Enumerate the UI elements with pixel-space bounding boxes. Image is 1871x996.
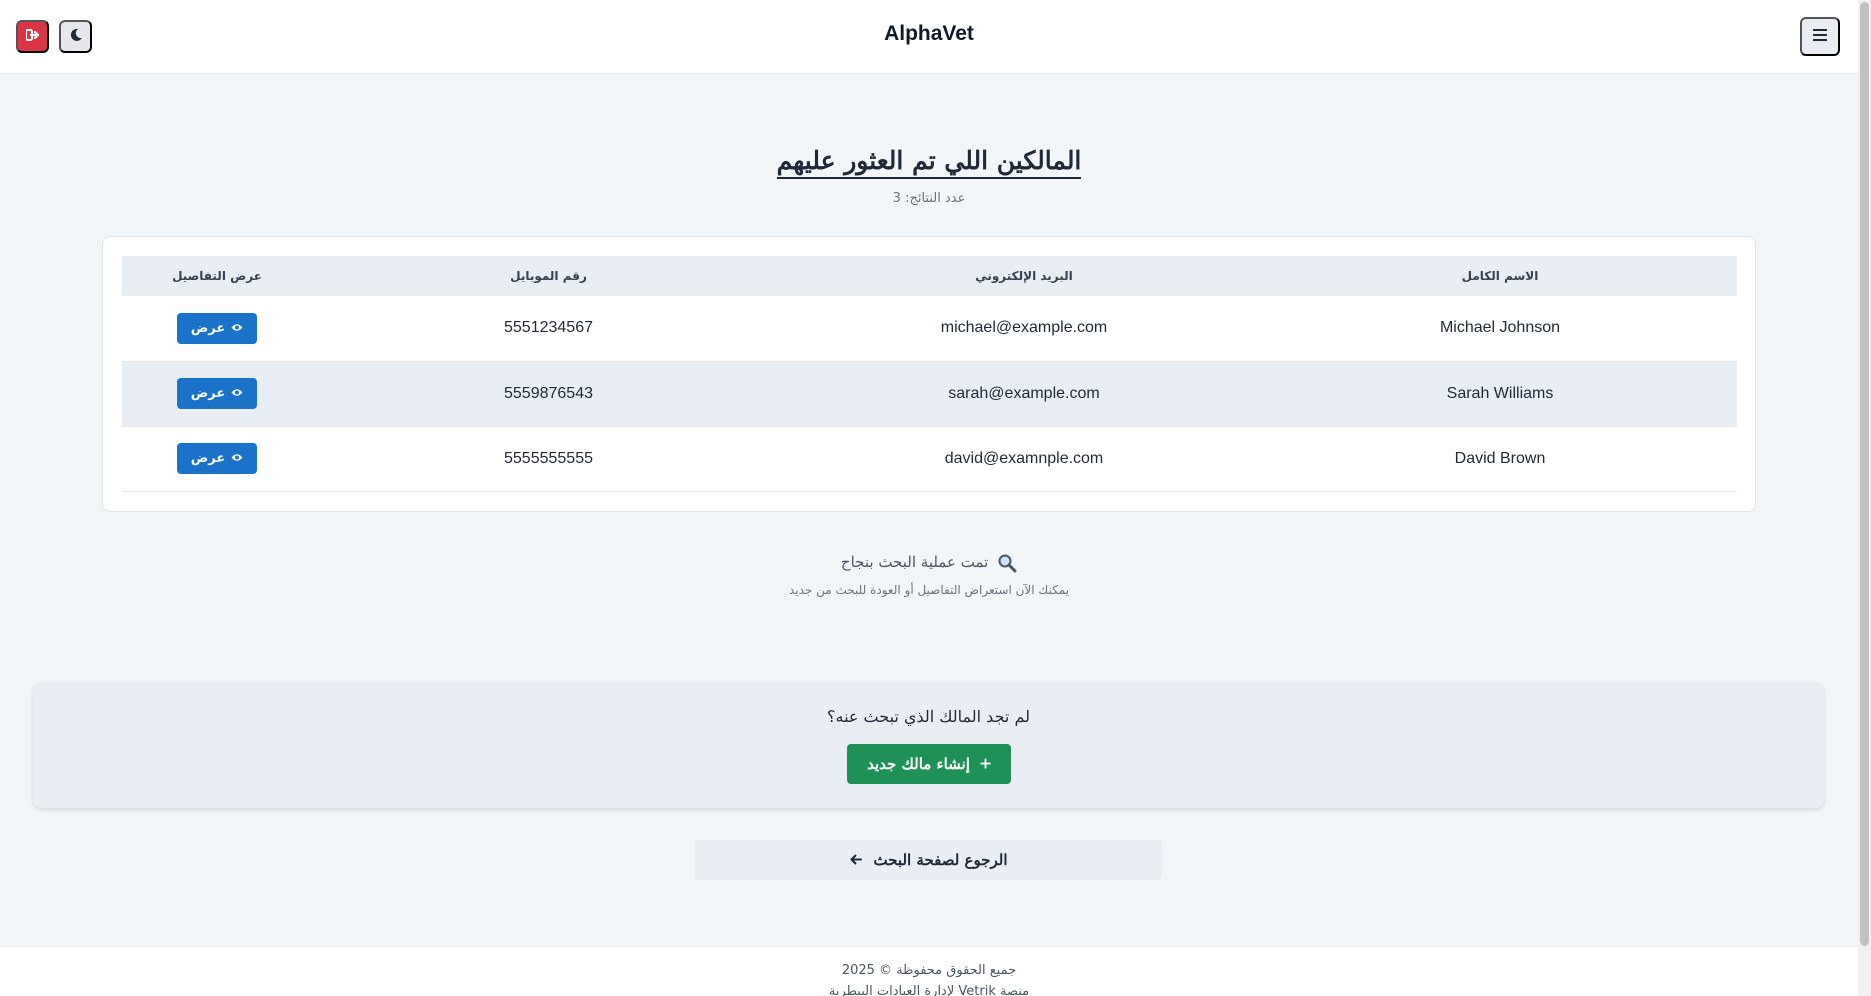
back-label: الرجوع لصفحة البحث [873,851,1008,869]
owner-phone: 5551234567 [504,319,593,337]
owners-table: الاسم الكامل البريد الإلكتروني رقم الموب… [122,256,1737,492]
copyright-text: جميع الحقوق محفوظة © 2025 [841,963,1017,978]
platform-text: منصة Vetrik لإدارة العيادات البيطرية [828,984,1030,996]
view-button-label: عرض [190,320,226,336]
header-email: البريد الإلكتروني [975,269,1073,283]
not-found-question: لم تجد المالك الذي تبحث عنه؟ [827,707,1030,726]
owner-name: Sarah Williams [1446,384,1554,402]
view-cell: عرض [122,361,312,426]
table-row: David Brown david@examnple.com 555555555… [122,426,1737,491]
app-brand: AlphaVet [884,22,974,45]
search-hint: يمكنك الآن استعراض التفاصيل أو العودة لل… [788,583,1070,597]
page-footer: جميع الحقوق محفوظة © 2025 منصة Vetrik لإ… [0,946,1858,996]
view-cell: عرض [122,296,312,361]
results-count: عدد النتائج: 3 [892,191,966,206]
table-row: Michael Johnson michael@example.com 5551… [122,296,1737,361]
owner-phone: 5555555555 [504,449,593,467]
create-owner-card: لم تجد المالك الذي تبحث عنه؟ إنشاء مالك … [33,682,1824,808]
success-text: تمت عملية البحث بنجاح [840,553,989,571]
view-cell: عرض [122,426,312,491]
hamburger-menu-icon [1813,29,1827,44]
owner-email: michael@example.com [940,319,1108,337]
back-to-search-button[interactable]: الرجوع لصفحة البحث [695,840,1162,880]
view-button-label: عرض [190,386,226,401]
scrollbar-thumb[interactable] [1860,2,1869,946]
view-details-button[interactable]: عرض [176,443,258,474]
owner-name: Michael Johnson [1439,319,1561,337]
results-card: الاسم الكامل البريد الإلكتروني رقم الموب… [102,236,1756,512]
view-details-button[interactable]: عرض [176,378,258,409]
page-title-text: المالكين اللي تم العثور عليهم [776,146,1082,179]
owner-name: David Brown [1454,449,1546,467]
top-navbar: AlphaVet [0,0,1858,74]
page-scrollbar[interactable] [1858,0,1871,996]
owner-phone: 5559876543 [504,384,593,402]
plus-icon [980,755,991,773]
eye-icon [231,451,243,466]
create-owner-button[interactable]: إنشاء مالك جديد [847,744,1011,784]
table-row: Sarah Williams sarah@example.com 5559876… [122,361,1737,426]
view-button-label: عرض [190,451,226,466]
table-header-row: الاسم الكامل البريد الإلكتروني رقم الموب… [122,256,1737,296]
owner-email: david@examnple.com [944,449,1104,467]
header-view-details: عرض التفاصيل [172,269,262,283]
magnifier-icon [988,553,1017,573]
create-owner-label: إنشاء مالك جديد [867,755,970,773]
eye-icon [231,321,243,336]
view-details-button[interactable]: عرض [176,312,258,344]
search-success-message: تمت عملية البحث بنجاح [0,553,1858,573]
arrow-left-icon [850,851,862,869]
owner-email: sarah@example.com [948,384,1100,402]
header-phone: رقم الموبايل [510,269,587,283]
page-title: المالكين اللي تم العثور عليهم [0,146,1858,179]
menu-button[interactable] [1800,17,1840,56]
eye-icon [231,386,243,401]
header-full-name: الاسم الكامل [1461,269,1539,283]
